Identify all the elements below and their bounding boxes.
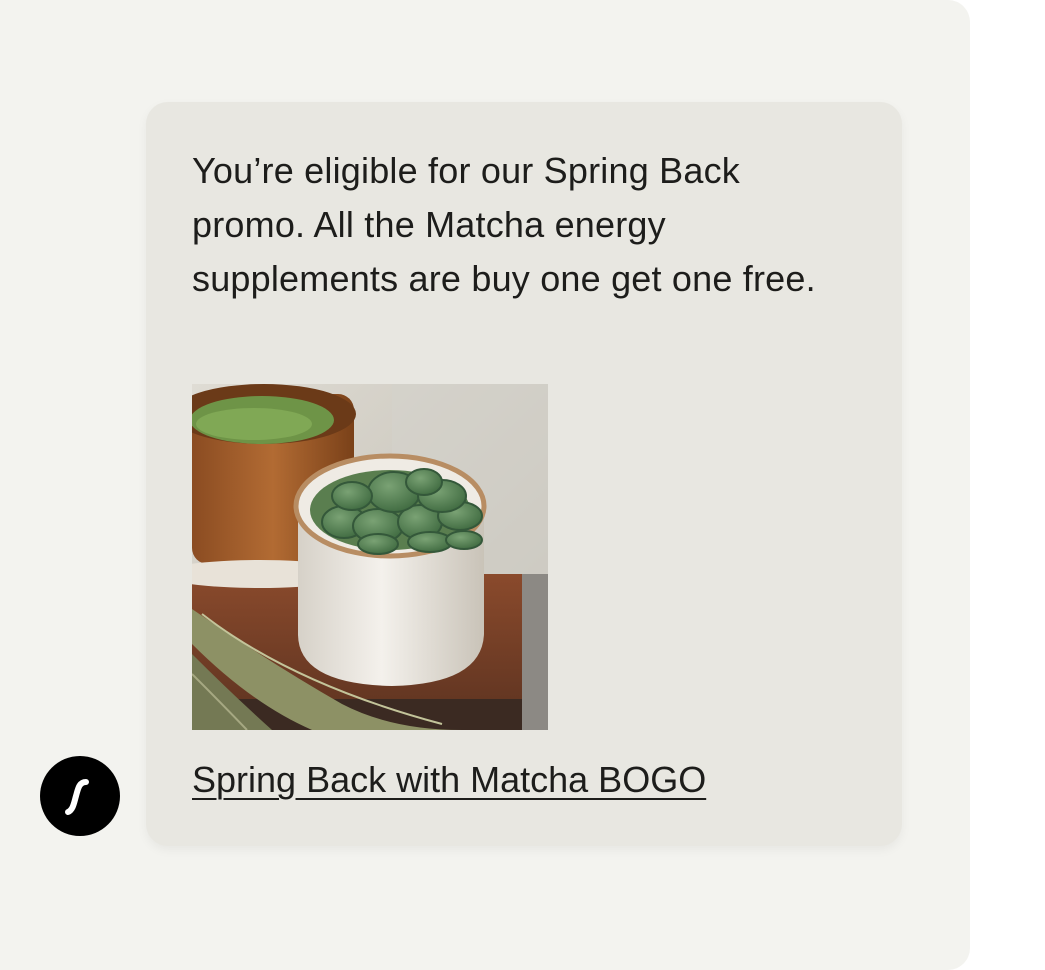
- promo-link[interactable]: Spring Back with Matcha BOGO: [192, 756, 706, 804]
- chat-panel: You’re eligible for our Spring Back prom…: [0, 0, 970, 970]
- brand-logo-icon: [65, 779, 89, 815]
- message-text: You’re eligible for our Spring Back prom…: [192, 150, 816, 299]
- bot-avatar: [40, 756, 120, 836]
- product-image: [192, 384, 548, 730]
- message-bubble: You’re eligible for our Spring Back prom…: [146, 102, 902, 846]
